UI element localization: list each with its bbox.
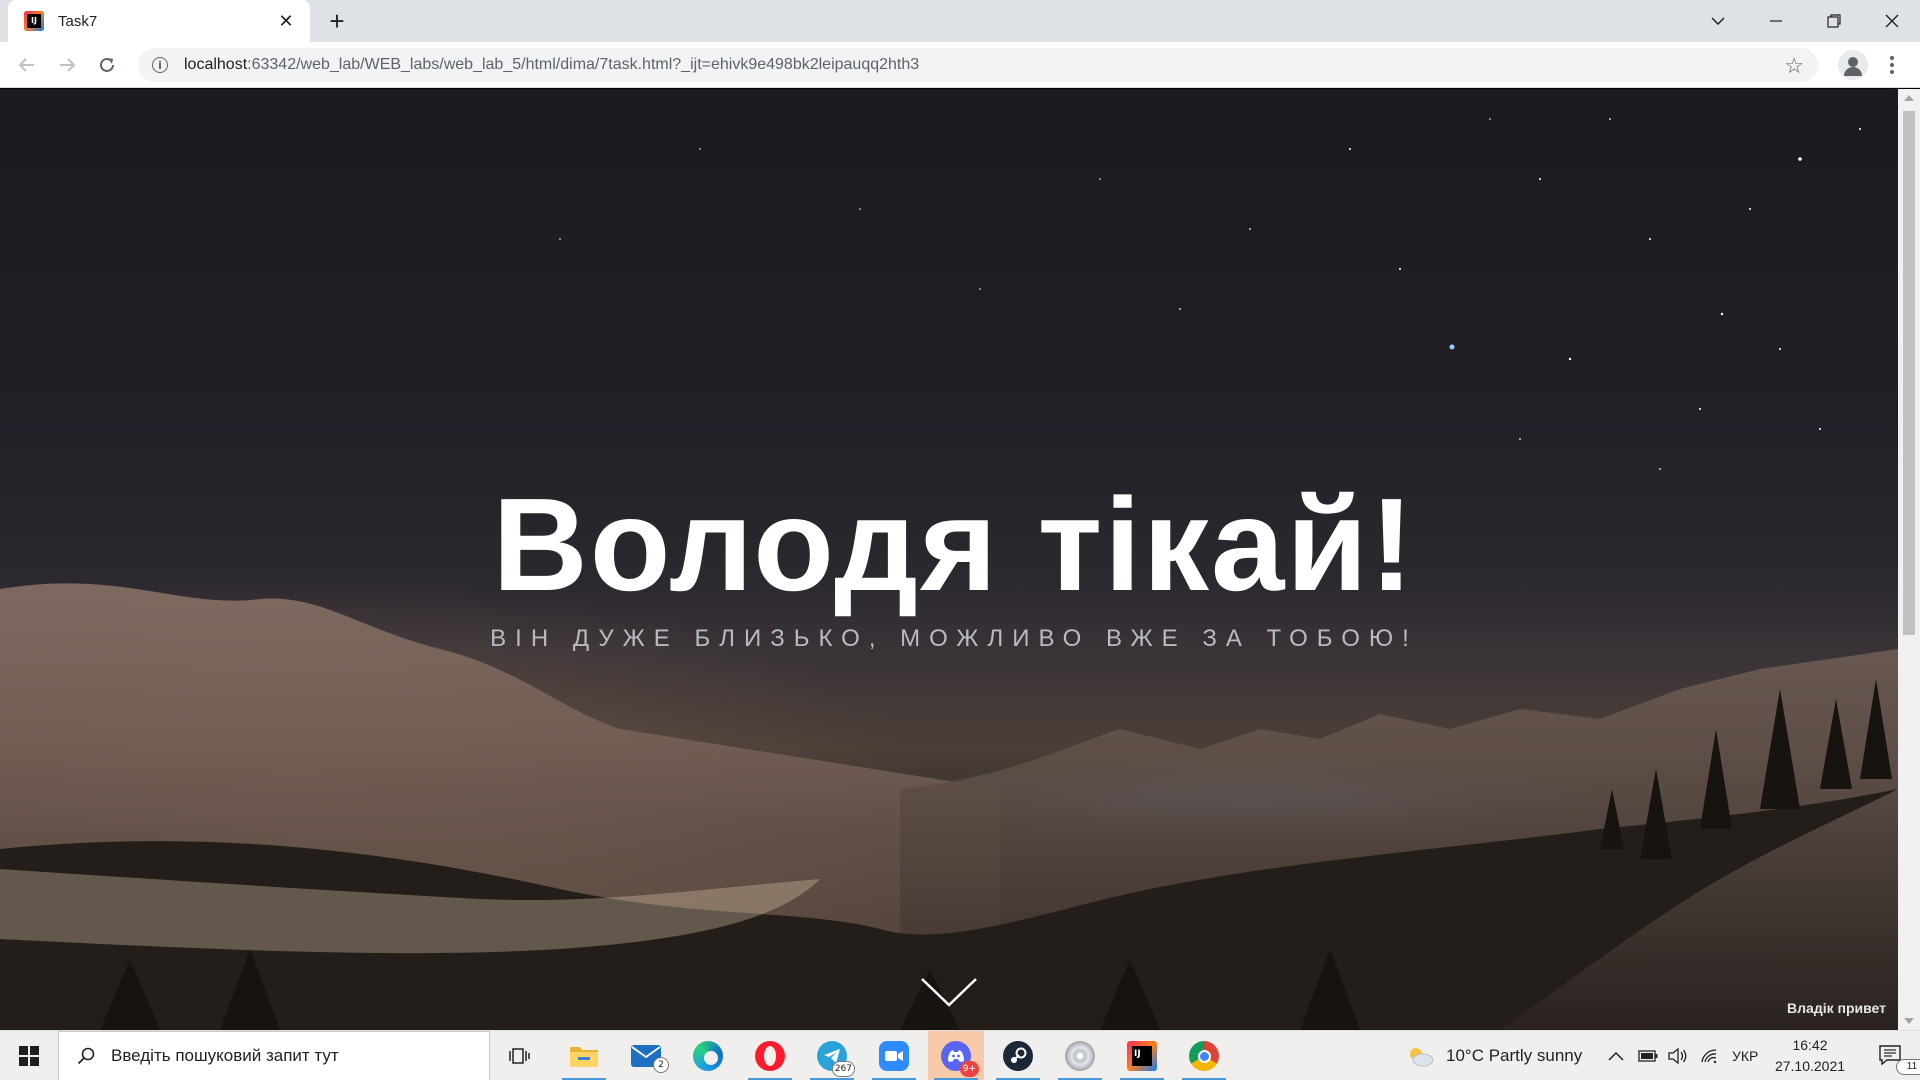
folder-icon xyxy=(570,1047,598,1067)
telegram-badge: 267 xyxy=(831,1061,855,1077)
chevron-up-icon xyxy=(1608,1051,1624,1061)
bookmark-star-icon[interactable]: ☆ xyxy=(1784,53,1804,79)
forward-button[interactable] xyxy=(52,50,82,80)
site-info-icon[interactable]: i xyxy=(152,57,168,73)
telegram-button[interactable]: 267 xyxy=(804,1031,860,1080)
task-view-button[interactable] xyxy=(492,1031,548,1080)
hero-subtitle: ВІН ДУЖЕ БЛИЗЬКО, МОЖЛИВО ВЖЕ ЗА ТОБОЮ! xyxy=(490,625,1418,652)
system-clock[interactable]: 16:42 27.10.2021 xyxy=(1770,1035,1850,1077)
minimize-button[interactable] xyxy=(1748,0,1804,42)
restore-button[interactable] xyxy=(1806,0,1862,42)
disc-app-button[interactable] xyxy=(1052,1031,1108,1080)
scroll-down-chevron-icon[interactable] xyxy=(919,975,979,1009)
url-text: localhost:63342/web_lab/WEB_labs/web_lab… xyxy=(184,56,919,74)
page-viewport: Володя тікай! ВІН ДУЖЕ БЛИЗЬКО, МОЖЛИВО … xyxy=(0,89,1898,1030)
windows-taskbar: Введіть пошуковий запит тут 2 267 9+ IJ … xyxy=(0,1030,1920,1080)
clock-date: 27.10.2021 xyxy=(1774,1058,1846,1074)
intellij-icon: IJ xyxy=(1127,1041,1157,1071)
mail-button[interactable]: 2 xyxy=(618,1031,674,1080)
wifi-icon xyxy=(1701,1049,1717,1064)
opera-button[interactable] xyxy=(742,1031,798,1080)
tab-close-icon[interactable]: ✕ xyxy=(276,11,296,32)
clock-time: 16:42 xyxy=(1792,1037,1828,1053)
chrome-icon xyxy=(1189,1041,1219,1071)
start-button[interactable] xyxy=(0,1031,58,1080)
corner-note: Владік привет xyxy=(1787,1000,1886,1016)
opera-icon xyxy=(755,1041,785,1071)
weather-widget[interactable]: 10°C Partly sunny xyxy=(1406,1031,1582,1080)
search-placeholder: Введіть пошуковий запит тут xyxy=(111,1046,339,1065)
profile-avatar-icon[interactable] xyxy=(1838,50,1868,80)
task-view-icon xyxy=(509,1048,530,1064)
steam-icon xyxy=(1003,1041,1033,1071)
partly-sunny-icon xyxy=(1410,1048,1434,1067)
browser-menu-icon[interactable] xyxy=(1882,50,1902,80)
weather-text: 10°C Partly sunny xyxy=(1446,1046,1583,1065)
mail-badge: 2 xyxy=(653,1057,669,1073)
speaker-icon xyxy=(1668,1048,1687,1064)
new-tab-button[interactable]: + xyxy=(322,6,352,36)
tab-title: Task7 xyxy=(58,12,98,30)
tab-strip: Task7 ✕ + xyxy=(0,0,1920,42)
close-window-button[interactable] xyxy=(1864,0,1920,42)
mail-icon: 2 xyxy=(631,1045,669,1073)
notification-count-badge: 11 xyxy=(1896,1059,1920,1075)
file-explorer-button[interactable] xyxy=(556,1031,612,1080)
taskbar-search-box[interactable]: Введіть пошуковий запит тут xyxy=(58,1031,490,1080)
edge-button[interactable] xyxy=(680,1031,736,1080)
browser-tab[interactable]: Task7 ✕ xyxy=(8,0,310,42)
hero-title: Володя тікай! xyxy=(492,471,1416,618)
hero-section: Володя тікай! ВІН ДУЖЕ БЛИЗЬКО, МОЖЛИВО … xyxy=(0,479,1898,653)
discord-button[interactable]: 9+ xyxy=(928,1031,984,1080)
page-scrollbar[interactable] xyxy=(1898,89,1920,1030)
chrome-button[interactable] xyxy=(1176,1031,1232,1080)
language-indicator[interactable]: УКР xyxy=(1732,1031,1758,1080)
scroll-down-arrow-icon[interactable] xyxy=(1904,1018,1914,1024)
discord-badge: 9+ xyxy=(959,1061,979,1077)
address-bar[interactable]: i localhost:63342/web_lab/WEB_labs/web_l… xyxy=(138,48,1818,82)
browser-toolbar: i localhost:63342/web_lab/WEB_labs/web_l… xyxy=(0,42,1920,88)
discord-icon: 9+ xyxy=(941,1041,979,1077)
telegram-icon: 267 xyxy=(817,1041,855,1077)
zoom-button[interactable] xyxy=(866,1031,922,1080)
battery-button[interactable] xyxy=(1638,1031,1658,1080)
scrollbar-thumb[interactable] xyxy=(1903,111,1915,635)
url-host: localhost xyxy=(184,56,248,73)
battery-icon xyxy=(1638,1050,1658,1062)
steam-button[interactable] xyxy=(990,1031,1046,1080)
edge-icon xyxy=(693,1041,723,1071)
scroll-up-arrow-icon[interactable] xyxy=(1904,95,1914,101)
show-hidden-icons-button[interactable] xyxy=(1608,1031,1624,1080)
url-path: :63342/web_lab/WEB_labs/web_lab_5/html/d… xyxy=(247,56,920,73)
network-button[interactable] xyxy=(1700,1031,1718,1080)
intellij-favicon-icon xyxy=(24,11,44,31)
reload-button[interactable] xyxy=(92,50,122,80)
zoom-icon xyxy=(879,1041,909,1071)
disc-icon xyxy=(1065,1041,1095,1071)
tab-search-icon[interactable] xyxy=(1690,0,1746,42)
volume-button[interactable] xyxy=(1668,1031,1688,1080)
back-button[interactable] xyxy=(12,50,42,80)
intellij-button[interactable]: IJ xyxy=(1114,1031,1170,1080)
action-center-button[interactable]: 11 xyxy=(1862,1031,1920,1080)
windows-logo-icon xyxy=(19,1046,39,1066)
search-icon xyxy=(77,1047,95,1065)
